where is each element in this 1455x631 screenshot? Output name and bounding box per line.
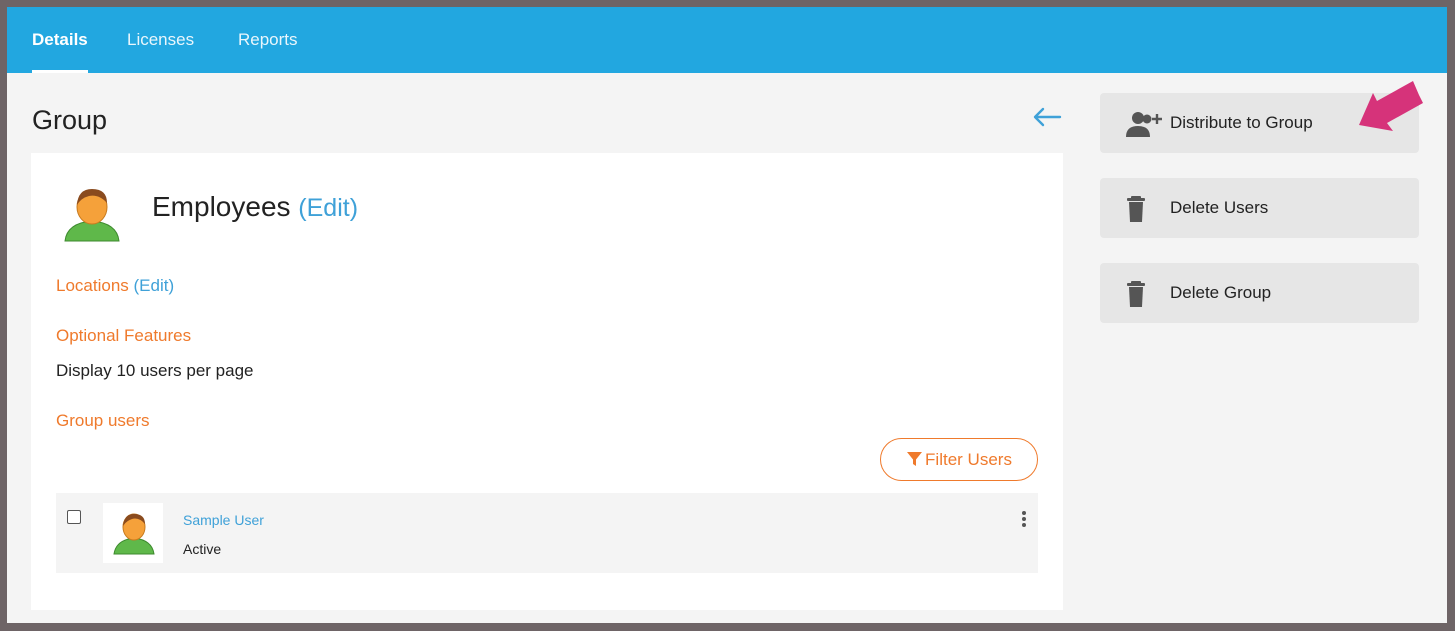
locations-section: Locations (Edit) (56, 276, 174, 296)
arrow-left-icon[interactable] (1031, 103, 1063, 131)
group-details-card: Employees (Edit) Locations (Edit) Option… (31, 153, 1063, 610)
user-status: Active (183, 541, 222, 557)
tab-reports[interactable]: Reports (238, 7, 298, 73)
user-avatar-icon (64, 189, 120, 242)
page-title: Group (32, 105, 108, 135)
filter-users-label: Filter Users (925, 450, 1012, 469)
trash-icon (1127, 196, 1145, 222)
user-name-link[interactable]: Sample User (183, 512, 264, 528)
distribute-to-group-label: Distribute to Group (1170, 113, 1313, 132)
delete-users-button[interactable]: Delete Users (1100, 178, 1419, 238)
avatar (103, 503, 163, 563)
trash-icon (1127, 281, 1145, 307)
filter-users-button[interactable]: Filter Users (880, 438, 1038, 481)
annotation-arrow-icon (1359, 81, 1423, 131)
user-plus-icon (1126, 112, 1162, 137)
top-nav-bar: Details Licenses Reports (7, 7, 1447, 73)
locations-label: Locations (56, 276, 129, 295)
user-avatar-icon (113, 513, 155, 555)
display-setting-text: Display 10 users per page (56, 361, 254, 380)
edit-locations-link[interactable]: (Edit) (134, 276, 175, 295)
optional-features-label: Optional Features (56, 326, 192, 345)
delete-group-button[interactable]: Delete Group (1100, 263, 1419, 323)
edit-group-link[interactable]: (Edit) (298, 194, 358, 222)
user-select-checkbox[interactable] (67, 510, 81, 524)
group-name-heading: Employees (Edit) (152, 191, 358, 223)
table-row: Sample User Active (56, 493, 1038, 573)
tab-details[interactable]: Details (32, 7, 88, 73)
more-options-icon[interactable] (1018, 511, 1030, 529)
delete-group-label: Delete Group (1170, 283, 1272, 302)
delete-users-label: Delete Users (1170, 198, 1269, 217)
group-users-label: Group users (56, 411, 150, 430)
group-name: Employees (152, 191, 291, 222)
filter-icon (907, 452, 923, 466)
tab-licenses[interactable]: Licenses (127, 7, 194, 73)
app-window: Details Licenses Reports Group Employees… (7, 7, 1447, 623)
